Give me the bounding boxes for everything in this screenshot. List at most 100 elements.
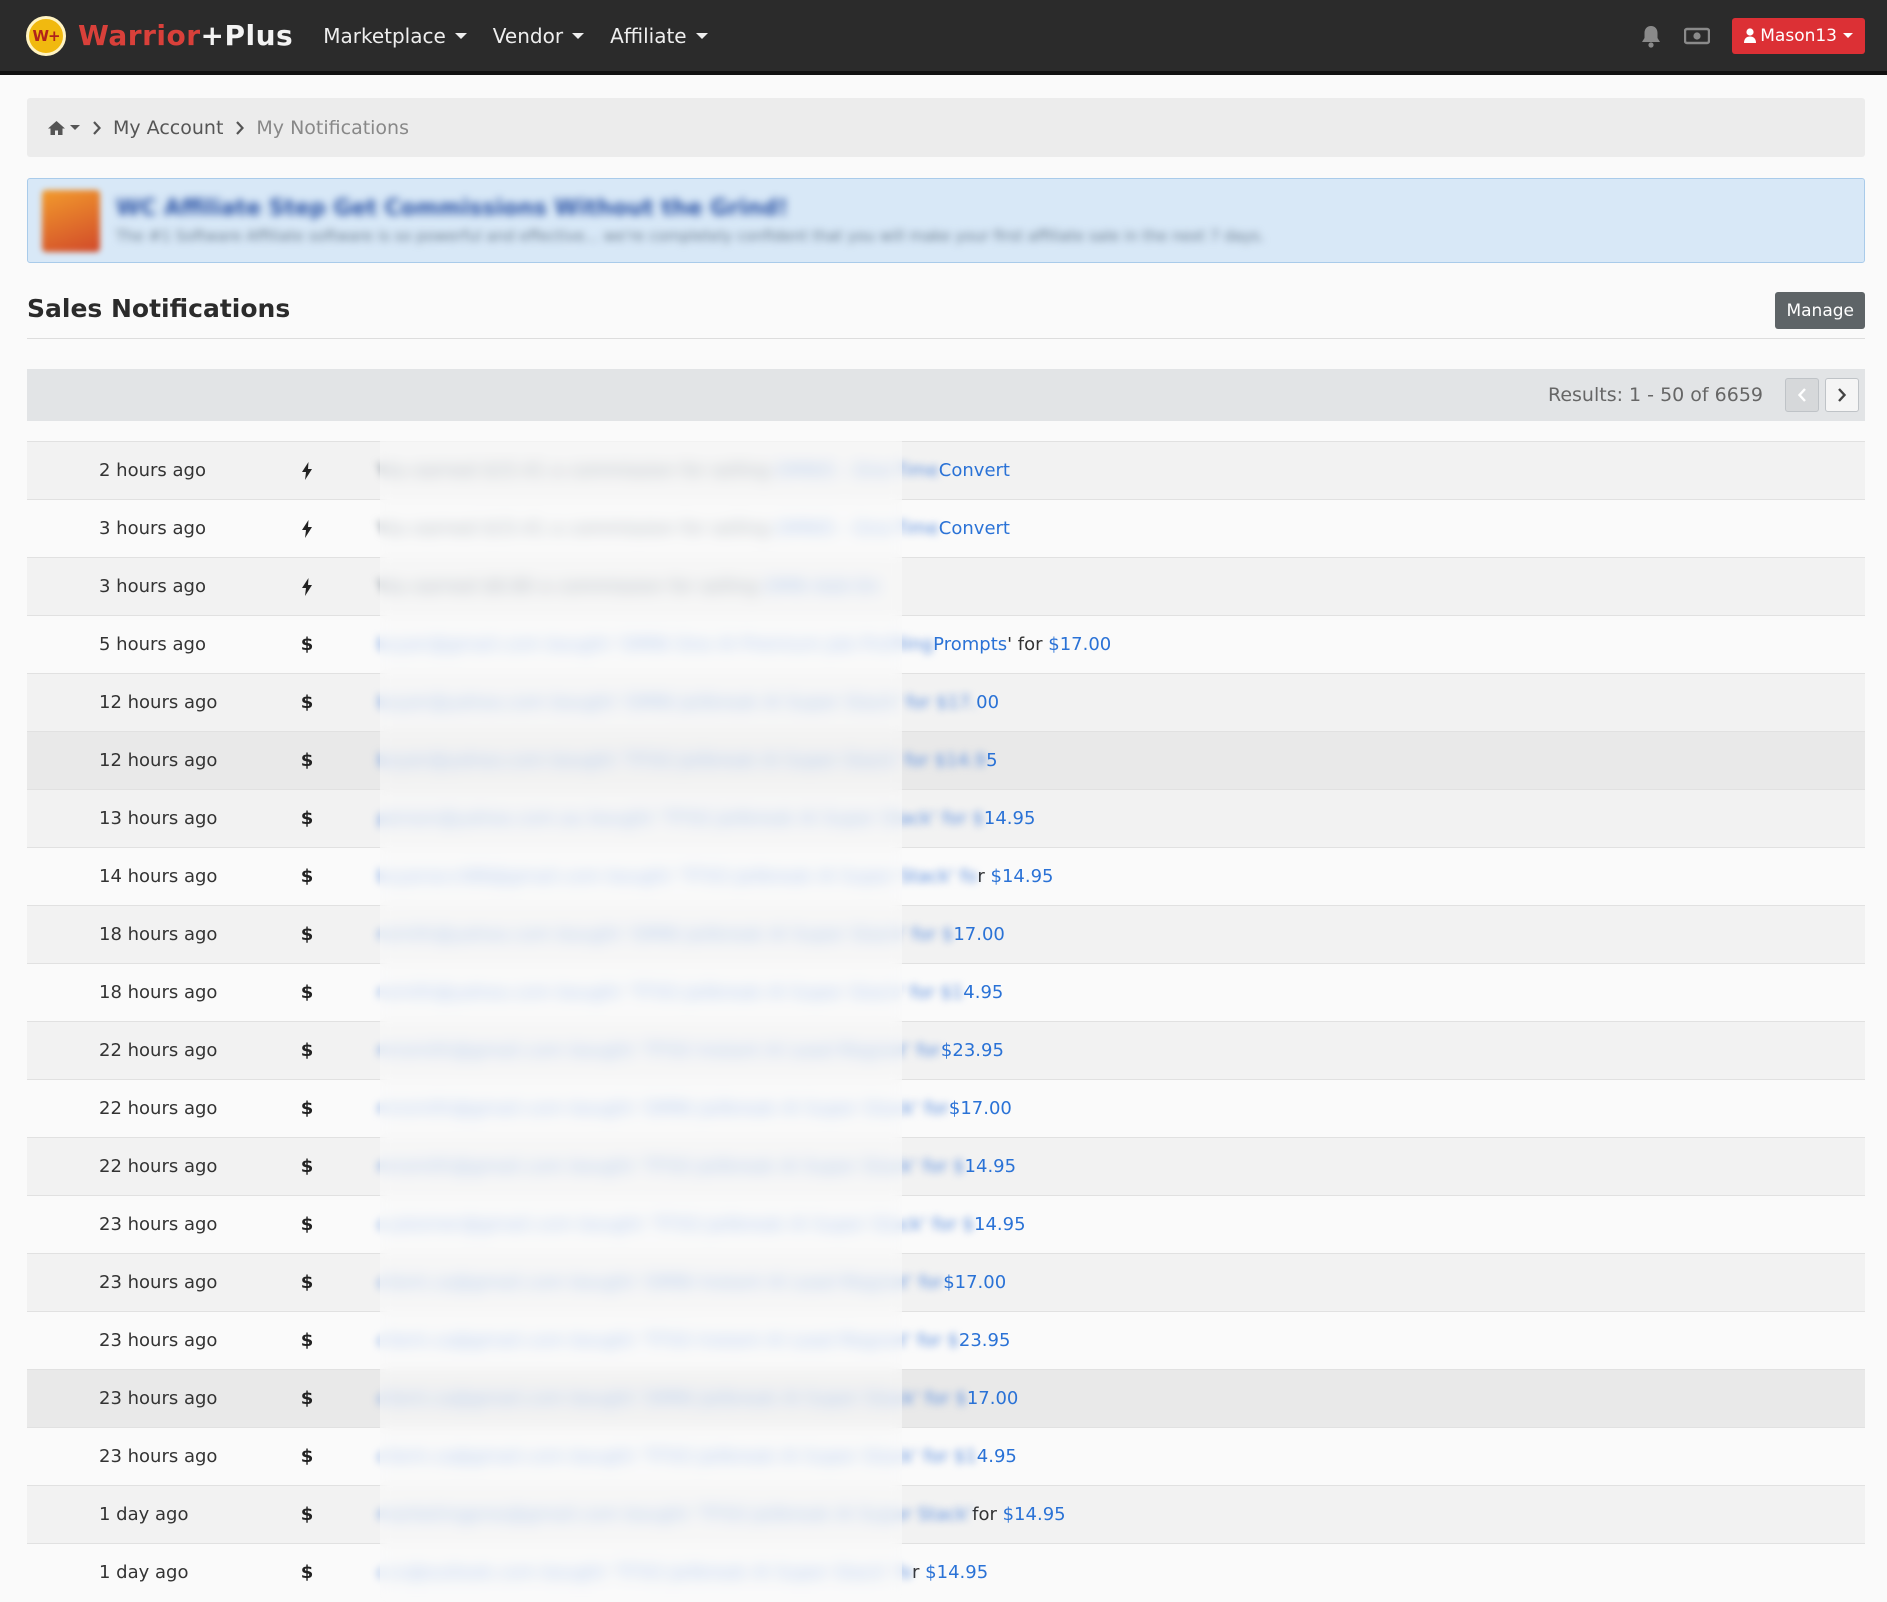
notification-tail-link[interactable]: 00	[976, 692, 999, 713]
manage-button[interactable]: Manage	[1775, 292, 1865, 329]
brand-name-part-b: +Plus	[200, 19, 294, 52]
user-menu-button[interactable]: Mason13	[1732, 17, 1865, 54]
brand-logo[interactable]: W+ Warrior+Plus	[26, 15, 293, 56]
notification-product-link[interactable]: buyer@yahoo.com bought 'TF5O Jailbreak A…	[377, 750, 986, 771]
bell-icon[interactable]	[1640, 24, 1662, 48]
notification-product-link[interactable]: marketingpros@gmail.com bought 'TF5O Jai…	[377, 1504, 972, 1525]
notification-message-text: You earned $15.41 a commission for selli…	[377, 518, 776, 539]
breadcrumb-my-account[interactable]: My Account	[113, 117, 223, 139]
notification-tail-link[interactable]: Convert	[939, 518, 1010, 539]
dollar-icon: $	[300, 982, 314, 1003]
caret-down-icon	[572, 32, 585, 39]
notification-row: 22 hours ago $ mrsmith@gmail.com bought 'T…	[27, 1137, 1865, 1195]
menu-vendor-label: Vendor	[492, 23, 564, 48]
top-navbar: W+ Warrior+Plus Marketplace Vendor Affil…	[0, 0, 1887, 75]
notification-time: 2 hours ago	[99, 460, 206, 481]
notification-tail-link[interactable]: $14.95	[925, 1562, 988, 1583]
caret-down-icon	[1843, 33, 1853, 38]
notification-tail-link[interactable]: 14.95	[984, 808, 1036, 829]
dollar-icon: $	[300, 1156, 314, 1177]
notification-message-redacted: client.ca@gmail.com bought 'OMNI Jailbre…	[377, 1388, 967, 1409]
notification-product-link[interactable]: client.ca@gmail.com bought 'TF5O Jailbre…	[377, 1446, 977, 1467]
notification-product-link[interactable]: client.ca@gmail.com bought 'OMNI Instant…	[377, 1272, 943, 1293]
notification-product-link[interactable]: OMNI5 - One-Time	[775, 518, 938, 539]
notification-tail-link[interactable]: Convert	[939, 460, 1010, 481]
brand-name: Warrior+Plus	[78, 19, 293, 52]
notification-row: 2 hours ago You earned $15.41 a commissio…	[27, 441, 1865, 499]
notification-message-redacted: mrsmith@gmail.com bought 'OMNI Jailbreak…	[377, 1098, 949, 1119]
notification-product-link[interactable]: ccx@outlook.com bought 'TF5O Jailbreak A…	[377, 1562, 912, 1583]
next-page-button[interactable]	[1825, 378, 1859, 412]
notification-price-link[interactable]: $17.00	[1048, 634, 1111, 655]
notification-tail-link[interactable]: 17.00	[953, 924, 1005, 945]
dollar-icon: $	[300, 1388, 314, 1409]
notification-product-link[interactable]: person@yahoo.com.au bought 'TF5O Jailbre…	[377, 808, 984, 829]
notification-product-link[interactable]: buyeracct88@gmail.com bought 'TF5O Jailb…	[377, 866, 977, 887]
menu-affiliate[interactable]: Affiliate	[610, 24, 708, 48]
notification-tail-link[interactable]: $14.95	[991, 866, 1054, 887]
notification-product-link[interactable]: OMN Add-On	[764, 576, 880, 597]
notification-message: You earned $8.80 a commission for sellin…	[377, 576, 880, 597]
notification-tail-link[interactable]: Prompts	[933, 634, 1007, 655]
notification-product-link[interactable]: customer@gmail.com bought 'TF5O Jailbrea…	[377, 1214, 974, 1235]
notification-message-tail: 23.95	[959, 1330, 1011, 1351]
notification-tail-link[interactable]: $17.00	[943, 1272, 1006, 1293]
notification-message-tail: Convert	[939, 518, 1010, 539]
notification-tail-link[interactable]: 14.95	[965, 1156, 1017, 1177]
promo-banner[interactable]: WC Affiliate Step Get Commissions Withou…	[27, 178, 1865, 263]
notification-product-link[interactable]: rsmith@yahoo.com bought 'TF5O Jailbreak …	[377, 982, 963, 1003]
notification-tail-link[interactable]: 14.95	[974, 1214, 1026, 1235]
notification-tail-link[interactable]: 4.95	[963, 982, 1003, 1003]
notification-message: ccx@outlook.com bought 'TF5O Jailbreak A…	[377, 1562, 988, 1583]
notification-time: 23 hours ago	[99, 1214, 218, 1235]
notification-row: 12 hours ago $ buyer@yahoo.com bought 'TF5…	[27, 731, 1865, 789]
notification-product-link[interactable]: mrsmith@gmail.com bought 'TF5O Jailbreak…	[377, 1156, 965, 1177]
promo-title[interactable]: WC Affiliate Step Get Commissions Withou…	[116, 196, 1264, 221]
notification-tail-link[interactable]: $23.95	[941, 1040, 1004, 1061]
notification-message: rsmith@yahoo.com bought 'TF5O Jailbreak …	[377, 982, 1003, 1003]
notification-message: You earned $15.41 a commission for selli…	[377, 518, 1010, 539]
bolt-icon	[297, 577, 317, 596]
notification-tail-link[interactable]: $17.00	[949, 1098, 1012, 1119]
promo-subtitle: The #1 Software Affiliate software is so…	[116, 227, 1265, 245]
dollar-icon: $	[300, 634, 314, 655]
menu-affiliate-label: Affiliate	[610, 23, 687, 48]
notification-message-tail: $23.95	[941, 1040, 1004, 1061]
menu-marketplace[interactable]: Marketplace	[323, 24, 467, 48]
notification-product-link[interactable]: rsmith@yahoo.com bought 'OMNI Jailbreak …	[377, 924, 953, 945]
notification-product-link[interactable]: client.ca@gmail.com bought 'TF5O Instant…	[377, 1330, 959, 1351]
notification-tail-link[interactable]: 5	[986, 750, 997, 771]
breadcrumb-home[interactable]	[47, 120, 80, 136]
notification-product-link[interactable]: client.ca@gmail.com bought 'OMNI Jailbre…	[377, 1388, 967, 1409]
notification-product-link[interactable]: buyer@gmail.com bought 'OMNI One AI Prem…	[377, 634, 933, 655]
notification-row: 1 day ago $ marketingpros@gmail.com bought…	[27, 1485, 1865, 1543]
notification-row: 23 hours ago $ client.ca@gmail.com bought …	[27, 1369, 1865, 1427]
notification-product-link[interactable]: buyer@yahoo.com bought 'OMNI Jailbreak A…	[377, 692, 976, 713]
notification-tail-link[interactable]: $14.95	[1003, 1504, 1066, 1525]
notification-time: 22 hours ago	[99, 1040, 218, 1061]
menu-vendor[interactable]: Vendor	[492, 23, 585, 48]
notification-product-link[interactable]: mrsmith@gmail.com bought 'OMNI Jailbreak…	[377, 1098, 949, 1119]
notification-message-tail: Prompts' for $17.00	[933, 634, 1111, 655]
user-icon	[1744, 28, 1757, 43]
section-header: Sales Notifications Manage	[27, 292, 1865, 339]
notification-message: person@yahoo.com.au bought 'TF5O Jailbre…	[377, 808, 1035, 829]
notification-tail-link[interactable]: 17.00	[967, 1388, 1019, 1409]
notification-product-link[interactable]: OMNI5 - One-Time	[775, 460, 938, 481]
money-icon[interactable]	[1684, 27, 1711, 45]
notification-time: 23 hours ago	[99, 1446, 218, 1467]
notification-tail-text: for	[972, 1504, 1003, 1525]
main-menu: Marketplace Vendor Affiliate	[323, 24, 733, 48]
notification-time: 12 hours ago	[99, 692, 218, 713]
notification-tail-link[interactable]: 23.95	[959, 1330, 1011, 1351]
notification-message-tail: 14.95	[984, 808, 1036, 829]
prev-page-button[interactable]	[1785, 378, 1819, 412]
notification-message-redacted: buyeracct88@gmail.com bought 'TF5O Jailb…	[377, 866, 977, 887]
notification-tail-link[interactable]: 4.95	[977, 1446, 1017, 1467]
notification-message-redacted: buyer@gmail.com bought 'OMNI One AI Prem…	[377, 634, 933, 655]
notification-product-link[interactable]: mrsmith@gmail.com bought 'TF5O Instant A…	[377, 1040, 941, 1061]
notification-message-redacted: You earned $8.80 a commission for sellin…	[377, 576, 880, 597]
notification-message-redacted: You earned $15.41 a commission for selli…	[377, 460, 939, 481]
results-count: Results: 1 - 50 of 6659	[1548, 384, 1763, 406]
notification-message-redacted: buyer@yahoo.com bought 'OMNI Jailbreak A…	[377, 692, 976, 713]
